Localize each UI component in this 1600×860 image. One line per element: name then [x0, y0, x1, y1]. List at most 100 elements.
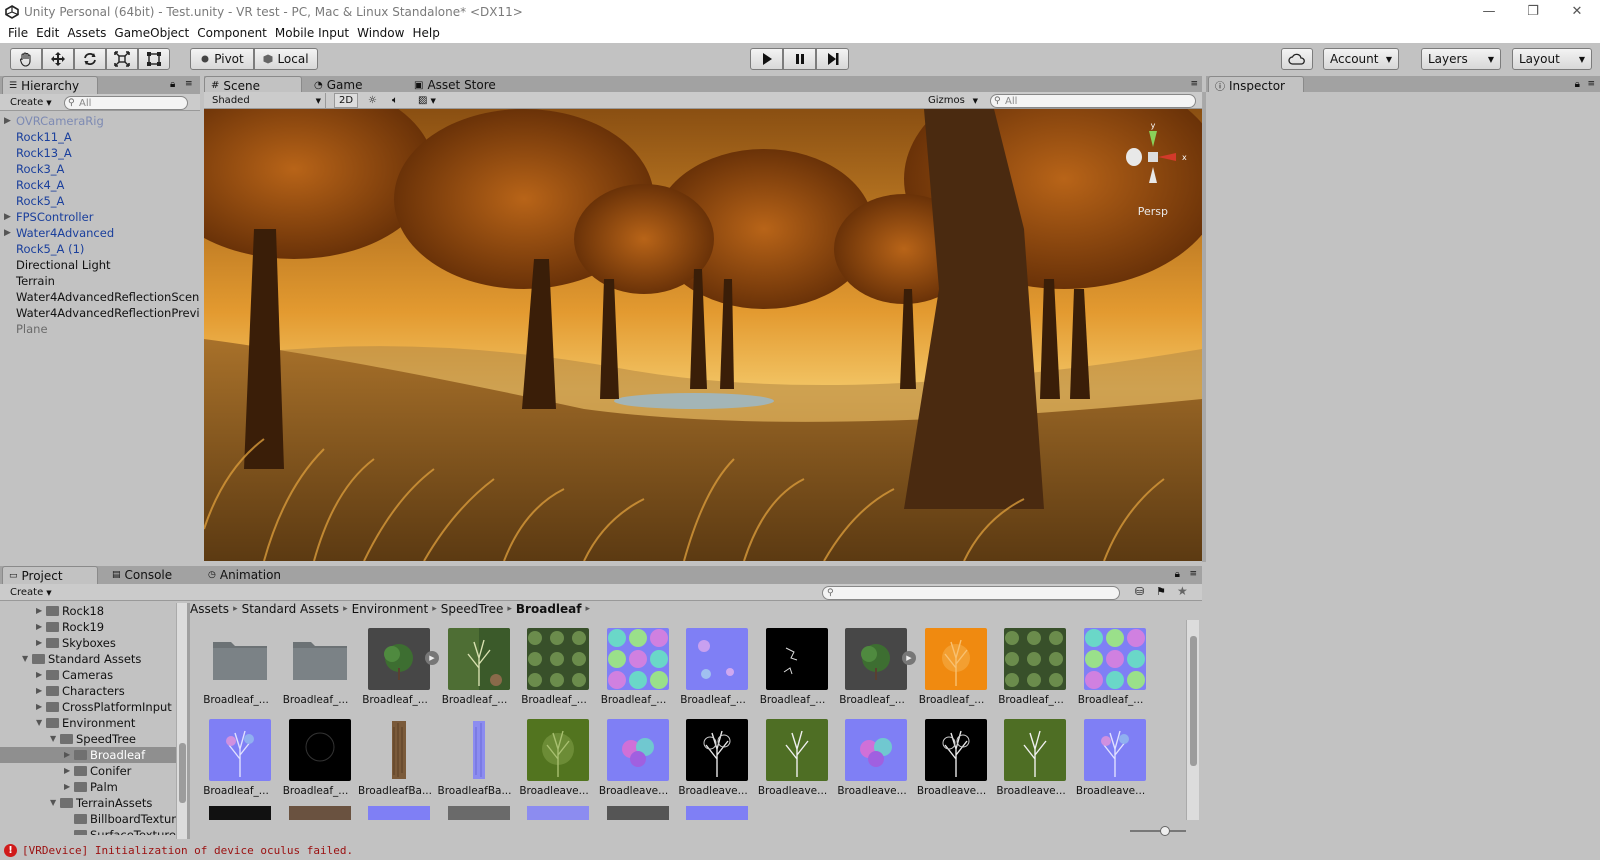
asset-item[interactable]: Broadleave...	[512, 715, 590, 801]
project-tree-item[interactable]: ▶ Skyboxes	[0, 635, 176, 651]
menu-component[interactable]: Component	[197, 26, 267, 40]
layers-dropdown[interactable]: Layers ▼	[1421, 48, 1501, 70]
menu-mobile-input[interactable]: Mobile Input	[275, 26, 349, 40]
menu-file[interactable]: File	[8, 26, 28, 40]
collapse-arrow-icon[interactable]: ▼	[36, 715, 42, 731]
breadcrumb-item[interactable]: Assets	[190, 602, 229, 616]
scene-viewport[interactable]: y x Persp	[204, 109, 1202, 561]
breadcrumb-item[interactable]: SpeedTree	[441, 602, 504, 616]
lock-icon[interactable]: 🔒︎	[1175, 569, 1180, 580]
scrollbar-thumb[interactable]	[1190, 636, 1197, 766]
expand-arrow-icon[interactable]: ▶	[4, 225, 11, 241]
scene-lighting-toggle[interactable]: ☼	[364, 93, 381, 108]
thumbnail-size-slider[interactable]	[1130, 826, 1186, 836]
asset-folder-item[interactable]: Broadleaf_...	[274, 624, 352, 710]
play-button[interactable]	[750, 48, 783, 70]
hierarchy-item[interactable]: Water4AdvancedReflectionPrevi	[0, 305, 200, 321]
menu-assets[interactable]: Assets	[67, 26, 106, 40]
asset-item[interactable]: Broadleave...	[671, 715, 749, 801]
account-dropdown[interactable]: Account ▼	[1323, 48, 1399, 70]
asset-item[interactable]: ▶ Broadleaf_...	[353, 624, 439, 710]
asset-item[interactable]: Broadleave...	[910, 715, 988, 801]
project-tree-item[interactable]: ▼ Environment	[0, 715, 176, 731]
asset-item[interactable]: Broadleaf_...	[592, 624, 670, 710]
expand-arrow-icon[interactable]: ▶	[64, 763, 70, 779]
move-tool-button[interactable]	[42, 48, 74, 70]
project-tree-item[interactable]: ▶ Broadleaf	[0, 747, 176, 763]
lock-icon[interactable]: 🔒︎	[1575, 79, 1580, 90]
menu-edit[interactable]: Edit	[36, 26, 59, 40]
collapse-arrow-icon[interactable]: ▼	[22, 651, 28, 667]
project-tree-item[interactable]: SurfaceTexture	[0, 827, 176, 835]
hierarchy-item[interactable]: Directional Light	[0, 257, 200, 273]
asset-item[interactable]: Broadleaf_...	[274, 715, 352, 801]
asset-item[interactable]: ▶ Broadleaf_...	[830, 624, 916, 710]
menu-gameobject[interactable]: GameObject	[114, 26, 189, 40]
expand-arrow-icon[interactable]: ▶	[36, 635, 42, 651]
scale-tool-button[interactable]	[106, 48, 138, 70]
asset-thumbnail-partial[interactable]	[447, 806, 510, 820]
hierarchy-search-input[interactable]: ⚲ All	[64, 96, 188, 110]
project-tree-item[interactable]: BillboardTextur	[0, 811, 176, 827]
project-tree-item[interactable]: ▼ SpeedTree	[0, 731, 176, 747]
asset-thumbnail-partial[interactable]	[288, 806, 351, 820]
hierarchy-item[interactable]: ▶ FPSController	[0, 209, 200, 225]
pivot-toggle-button[interactable]: Pivot	[190, 48, 254, 70]
asset-item[interactable]: Broadleave...	[592, 715, 670, 801]
project-tree-item[interactable]: ▶ Characters	[0, 683, 176, 699]
rotate-tool-button[interactable]	[74, 48, 106, 70]
hierarchy-item[interactable]: ▶ OVRCameraRig	[0, 113, 200, 129]
expand-arrow-icon[interactable]: ▶	[64, 779, 70, 795]
hierarchy-item[interactable]: Terrain	[0, 273, 200, 289]
menu-help[interactable]: Help	[412, 26, 439, 40]
project-create-dropdown[interactable]: Create ▼	[6, 585, 56, 600]
hierarchy-item[interactable]: Rock4_A	[0, 177, 200, 193]
filter-by-label-icon[interactable]: ⚑	[1156, 585, 1166, 598]
panel-menu-icon[interactable]: ≡	[185, 79, 193, 89]
hierarchy-item[interactable]: Rock5_A (1)	[0, 241, 200, 257]
hierarchy-item[interactable]: Water4AdvancedReflectionScene	[0, 289, 200, 305]
asset-thumbnail-partial[interactable]	[527, 806, 589, 820]
hierarchy-create-dropdown[interactable]: Create ▼	[6, 95, 56, 110]
asset-folder-item[interactable]: Broadleaf_...	[194, 624, 272, 710]
asset-item[interactable]: Broadleaf_...	[751, 624, 829, 710]
expand-arrow-icon[interactable]: ▶	[4, 113, 11, 129]
expand-arrow-icon[interactable]: ▶	[36, 603, 42, 619]
lock-icon[interactable]: 🔒︎	[170, 79, 175, 90]
project-search-input[interactable]: ⚲	[822, 586, 1120, 600]
breadcrumb-item[interactable]: Broadleaf	[516, 602, 582, 616]
asset-thumbnail-partial[interactable]	[368, 806, 430, 820]
asset-item[interactable]: BroadleafBa...	[353, 715, 432, 801]
panel-menu-icon[interactable]: ≡	[1587, 79, 1595, 89]
asset-item[interactable]: Broadleaf_...	[1069, 624, 1147, 710]
project-tree-item[interactable]: ▶ Rock18	[0, 603, 176, 619]
step-button[interactable]	[816, 48, 849, 70]
minimize-button[interactable]: —	[1467, 0, 1511, 23]
favorites-star-icon[interactable]: ★	[1177, 584, 1188, 598]
scrollbar-thumb[interactable]	[179, 743, 186, 803]
asset-item[interactable]: Broadleave...	[751, 715, 829, 801]
expand-arrow-icon[interactable]: ▶	[36, 683, 42, 699]
expand-arrow-icon[interactable]: ▶	[36, 667, 42, 683]
project-tree-item[interactable]: ▶ CrossPlatformInput	[0, 699, 176, 715]
filter-by-type-icon[interactable]: ⛁	[1135, 585, 1144, 598]
asset-item[interactable]: Broadleaf_...	[194, 715, 272, 801]
asset-item[interactable]: BroadleafBa...	[433, 715, 511, 801]
project-tree-item[interactable]: ▶ Conifer	[0, 763, 176, 779]
scene-audio-toggle[interactable]: 🔈︎	[388, 93, 402, 108]
scene-search-input[interactable]: ⚲ All	[990, 94, 1196, 108]
mode-2d-toggle[interactable]: 2D	[334, 93, 359, 108]
hierarchy-item[interactable]: Rock3_A	[0, 161, 200, 177]
asset-thumbnail-partial[interactable]	[606, 806, 669, 820]
tab-hierarchy[interactable]: ☰ Hierarchy	[2, 76, 98, 94]
status-message[interactable]: [VRDevice] Initialization of device ocul…	[22, 844, 353, 857]
asset-item[interactable]: Broadleave...	[830, 715, 908, 801]
asset-thumbnail-partial[interactable]	[686, 806, 748, 820]
hierarchy-item[interactable]: Rock11_A	[0, 129, 200, 145]
project-tree-item[interactable]: ▶ Rock19	[0, 619, 176, 635]
collapse-arrow-icon[interactable]: ▼	[50, 795, 56, 811]
menu-window[interactable]: Window	[357, 26, 404, 40]
hierarchy-item[interactable]: Rock5_A	[0, 193, 200, 209]
scene-effects-dropdown[interactable]: ▨ ▼	[414, 93, 440, 108]
shading-mode-dropdown[interactable]: Shaded ▼	[208, 93, 326, 108]
